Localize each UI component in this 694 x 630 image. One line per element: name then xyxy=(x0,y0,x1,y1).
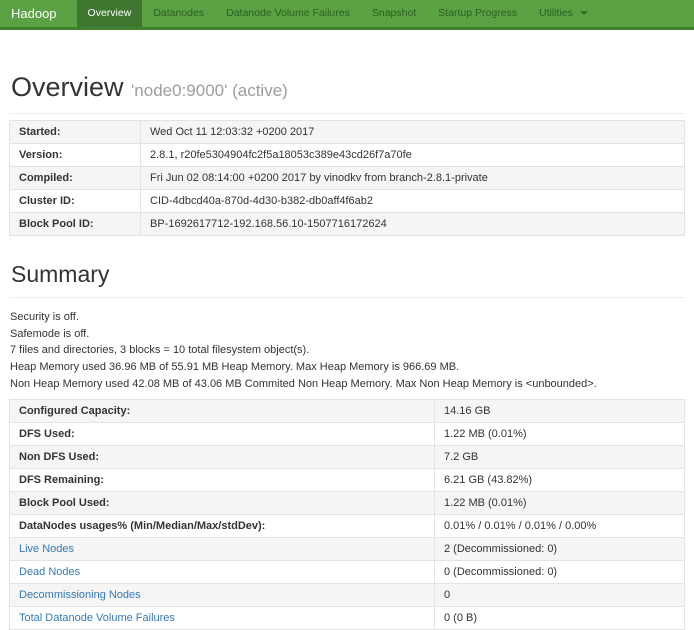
page-title: Overview 'node0:9000' (active) xyxy=(9,72,685,114)
row-value: 1.22 MB (0.01%) xyxy=(435,423,685,446)
row-value: CID-4dbcd40a-870d-4d30-b382-db0aff4f6ab2 xyxy=(141,190,685,213)
summary-line: 7 files and directories, 3 blocks = 10 t… xyxy=(10,344,685,357)
nav-item[interactable]: Datanode Volume Failures xyxy=(215,0,361,27)
row-label: Non DFS Used: xyxy=(19,451,99,463)
table-row: Dead Nodes 0 (Decommissioned: 0) xyxy=(10,561,685,584)
row-label: Block Pool ID: xyxy=(10,213,141,236)
summary-line: Safemode is off. xyxy=(10,328,685,341)
row-label: DataNodes usages% (Min/Median/Max/stdDev… xyxy=(19,520,265,532)
row-value: 0 (Decommissioned: 0) xyxy=(435,561,685,584)
table-row: Total Datanode Volume Failures 0 (0 B) xyxy=(10,607,685,630)
table-row: Configured Capacity: 14.16 GB xyxy=(10,400,685,423)
nav-item[interactable]: Utilities xyxy=(528,0,599,27)
row-value: 2.8.1, r20fe5304904fc2f5a18053c389e43cd2… xyxy=(141,144,685,167)
row-value: Wed Oct 11 12:03:32 +0200 2017 xyxy=(141,121,685,144)
table-row: Non DFS Used: 7.2 GB xyxy=(10,446,685,469)
row-value: BP-1692617712-192.168.56.10-150771617262… xyxy=(141,213,685,236)
row-label: Version: xyxy=(10,144,141,167)
row-label: Cluster ID: xyxy=(10,190,141,213)
nav-item[interactable]: Snapshot xyxy=(361,0,427,27)
nav-item-label: Overview xyxy=(88,7,132,19)
hadoop-brand[interactable]: Hadoop xyxy=(0,0,71,27)
navbar: Hadoop Overview Datanodes Datanode Volum… xyxy=(0,0,694,30)
row-value: 7.2 GB xyxy=(435,446,685,469)
nav-item-label: Utilities xyxy=(539,7,573,19)
nav-menu: Overview Datanodes Datanode Volume Failu… xyxy=(77,0,599,27)
row-value: 0 (0 B) xyxy=(435,607,685,630)
table-row: Live Nodes 2 (Decommissioned: 0) xyxy=(10,538,685,561)
main-content: Overview 'node0:9000' (active) Started: … xyxy=(0,72,694,630)
row-value: 0 xyxy=(435,584,685,607)
table-row: Compiled: Fri Jun 02 08:14:00 +0200 2017… xyxy=(10,167,685,190)
summary-line: Non Heap Memory used 42.08 MB of 43.06 M… xyxy=(10,378,685,391)
table-row: Version: 2.8.1, r20fe5304904fc2f5a18053c… xyxy=(10,144,685,167)
row-label[interactable]: Live Nodes xyxy=(19,543,74,555)
table-row: DFS Remaining: 6.21 GB (43.82%) xyxy=(10,469,685,492)
nav-item-label: Datanode Volume Failures xyxy=(226,7,350,19)
row-value: 0.01% / 0.01% / 0.01% / 0.00% xyxy=(435,515,685,538)
table-row: Block Pool Used: 1.22 MB (0.01%) xyxy=(10,492,685,515)
table-row: Cluster ID: CID-4dbcd40a-870d-4d30-b382-… xyxy=(10,190,685,213)
summary-table: Configured Capacity: 14.16 GB DFS Used: … xyxy=(9,399,685,630)
overview-heading: Overview xyxy=(11,72,124,102)
overview-table: Started: Wed Oct 11 12:03:32 +0200 2017 … xyxy=(9,120,685,236)
row-value: 14.16 GB xyxy=(435,400,685,423)
summary-paragraphs: Security is off. Safemode is off. 7 file… xyxy=(9,311,685,390)
nav-item[interactable]: Startup Progress xyxy=(427,0,528,27)
row-label: Started: xyxy=(10,121,141,144)
chevron-down-icon xyxy=(580,11,588,15)
table-row: DFS Used: 1.22 MB (0.01%) xyxy=(10,423,685,446)
row-label: DFS Remaining: xyxy=(19,474,104,486)
table-row: DataNodes usages% (Min/Median/Max/stdDev… xyxy=(10,515,685,538)
row-label: Block Pool Used: xyxy=(19,497,109,509)
summary-line: Security is off. xyxy=(10,311,685,324)
row-value: 6.21 GB (43.82%) xyxy=(435,469,685,492)
nav-item-label: Datanodes xyxy=(153,7,204,19)
row-value: 1.22 MB (0.01%) xyxy=(435,492,685,515)
nav-item[interactable]: Overview xyxy=(77,0,143,27)
summary-title: Summary xyxy=(9,261,685,298)
table-row: Started: Wed Oct 11 12:03:32 +0200 2017 xyxy=(10,121,685,144)
row-value: 2 (Decommissioned: 0) xyxy=(435,538,685,561)
namenode-address: 'node0:9000' (active) xyxy=(131,81,288,100)
row-value: Fri Jun 02 08:14:00 +0200 2017 by vinodk… xyxy=(141,167,685,190)
row-label: DFS Used: xyxy=(19,428,75,440)
nav-item-label: Snapshot xyxy=(372,7,416,19)
row-label[interactable]: Dead Nodes xyxy=(19,566,80,578)
row-label[interactable]: Total Datanode Volume Failures xyxy=(19,612,175,624)
nav-item-label: Startup Progress xyxy=(438,7,517,19)
table-row: Block Pool ID: BP-1692617712-192.168.56.… xyxy=(10,213,685,236)
table-row: Decommissioning Nodes 0 xyxy=(10,584,685,607)
row-label: Compiled: xyxy=(10,167,141,190)
nav-item[interactable]: Datanodes xyxy=(142,0,215,27)
row-label[interactable]: Decommissioning Nodes xyxy=(19,589,141,601)
row-label: Configured Capacity: xyxy=(19,405,130,417)
summary-line: Heap Memory used 36.96 MB of 55.91 MB He… xyxy=(10,361,685,374)
